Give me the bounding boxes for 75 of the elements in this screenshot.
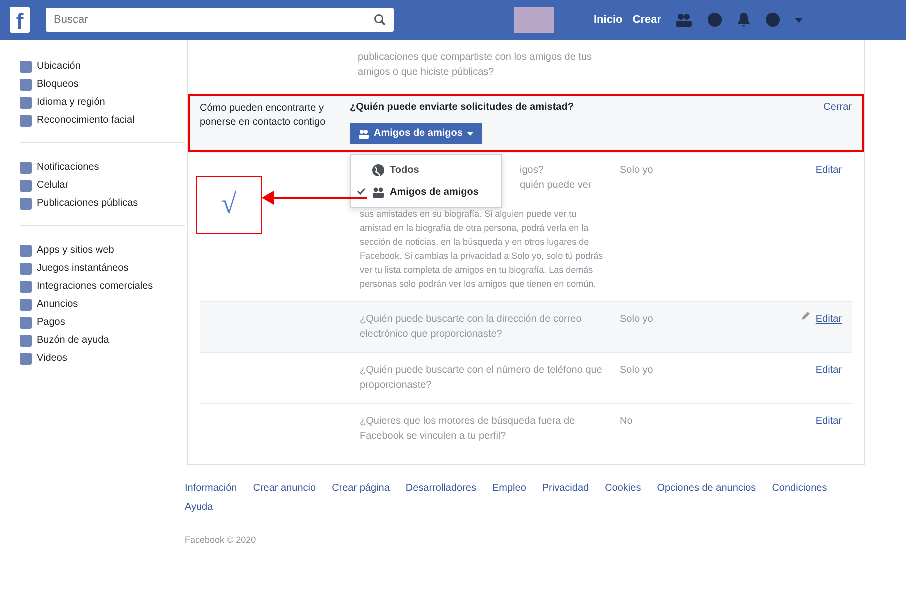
pencil-icon[interactable] bbox=[800, 312, 810, 321]
footer-link[interactable]: Crear anuncio bbox=[253, 483, 316, 494]
nav-link[interactable]: Crear bbox=[632, 14, 662, 26]
setting-value: No bbox=[620, 415, 634, 429]
settings-icon bbox=[20, 97, 32, 109]
edit-link[interactable]: Editar bbox=[816, 163, 842, 178]
setting-question: ¿Quién puede buscarte con la dirección de correo electrónico que proporcionaste? bbox=[360, 313, 583, 342]
edit-link[interactable]: Editar bbox=[816, 414, 842, 429]
nav-link[interactable]: Inicio bbox=[594, 14, 623, 26]
settings-icon bbox=[20, 317, 32, 329]
search-field[interactable]: Buscar bbox=[46, 8, 366, 32]
sidebar-item[interactable]: Bloqueos bbox=[20, 76, 185, 94]
sidebar-item[interactable]: Notificaciones bbox=[20, 159, 185, 177]
settings-icon bbox=[20, 162, 32, 174]
setting-value: Solo yo bbox=[620, 313, 654, 327]
menu-item[interactable]: Amigos de amigos bbox=[351, 182, 501, 203]
footer-link[interactable]: Información bbox=[185, 483, 238, 494]
edit-link[interactable]: Editar bbox=[816, 363, 842, 378]
people-icon bbox=[358, 128, 370, 138]
settings-icon bbox=[20, 79, 32, 91]
footer-link[interactable]: Opciones de anuncios bbox=[657, 483, 756, 494]
people-icon[interactable] bbox=[675, 12, 694, 28]
footer-link[interactable]: Privacidad bbox=[542, 483, 590, 494]
settings-icon bbox=[20, 263, 32, 275]
caret-icon bbox=[466, 132, 474, 136]
sidebar-item[interactable]: Integraciones comerciales bbox=[20, 278, 185, 296]
search-icon[interactable] bbox=[366, 8, 394, 32]
settings-icon bbox=[20, 299, 32, 311]
setting-question: igos? bbox=[520, 164, 545, 178]
settings-icon bbox=[20, 335, 32, 347]
setting-description: sus amistades en su biografía. Si alguien puede ver tu amistad en la biografía de otra persona, podrá verla en la sección de noticias, en la búsqueda y en otros lugares de Facebook. Si cambias la privacidad a Solo yo, solo tú podrás ver tu lista completa de amigos en tu biografía. Las demás personas solo podrán ver los amigos que tienen en común. bbox=[360, 208, 604, 291]
footer-link[interactable]: Ayuda bbox=[185, 502, 214, 513]
menu-item[interactable]: Todos bbox=[351, 159, 501, 182]
footer-link[interactable]: Cookies bbox=[605, 483, 642, 494]
setting-question: ¿Quieres que los motores de búsqueda fuera de Facebook se vinculen a tu perfil? bbox=[360, 415, 576, 444]
footer-link[interactable]: Condiciones bbox=[772, 483, 828, 494]
check-icon bbox=[357, 188, 366, 195]
sidebar-item[interactable]: Publicaciones públicas bbox=[20, 195, 185, 213]
sidebar-item[interactable]: Anuncios bbox=[20, 296, 185, 314]
copyright: Facebook © 2020 bbox=[185, 535, 258, 545]
setting-question: ¿Quién puede buscarte con el número de teléfono que proporcionaste? bbox=[360, 364, 604, 393]
footer-link[interactable]: Crear página bbox=[332, 483, 390, 494]
setting-description: quién puede ver bbox=[520, 179, 593, 193]
logo[interactable]: f bbox=[10, 7, 30, 33]
sidebar-item[interactable]: Ubicación bbox=[20, 58, 185, 76]
footer-link[interactable]: Empleo bbox=[492, 483, 526, 494]
setting-description: publicaciones que compartiste con los amigos de tus amigos o que hiciste públicas? bbox=[358, 51, 594, 80]
settings-icon bbox=[20, 61, 32, 73]
sidebar-item[interactable]: Apps y sitios web bbox=[20, 242, 185, 260]
footer-link[interactable]: Desarrolladores bbox=[406, 483, 476, 494]
bell-icon[interactable] bbox=[737, 12, 752, 28]
settings-icon bbox=[20, 180, 32, 192]
sidebar-item[interactable]: Videos bbox=[20, 350, 185, 368]
setting-value: Solo yo bbox=[620, 164, 654, 178]
sidebar-item[interactable]: Juegos instantáneos bbox=[20, 260, 185, 278]
sidebar-item[interactable]: Celular bbox=[20, 177, 185, 195]
settings-icon bbox=[20, 115, 32, 127]
edit-link[interactable]: Editar bbox=[816, 312, 842, 327]
audience-dropdown[interactable]: Amigos de amigos bbox=[350, 123, 482, 144]
globe-icon bbox=[372, 164, 385, 177]
section-label: Cómo pueden encontrarte y ponerse en contacto contigo bbox=[200, 102, 327, 130]
sidebar-item[interactable]: Pagos bbox=[20, 314, 185, 332]
caret-icon[interactable] bbox=[795, 18, 804, 22]
settings-icon bbox=[20, 353, 32, 365]
close-link[interactable]: Cerrar bbox=[824, 102, 852, 144]
setting-value: Solo yo bbox=[620, 364, 654, 378]
settings-icon bbox=[20, 281, 32, 293]
sidebar-item[interactable]: Buzón de ayuda bbox=[20, 332, 185, 350]
check-mark: √ bbox=[221, 189, 237, 221]
settings-icon bbox=[20, 198, 32, 210]
sidebar-item[interactable]: Reconocimiento facial bbox=[20, 112, 185, 130]
sidebar-item[interactable]: Idioma y región bbox=[20, 94, 185, 112]
setting-question: ¿Quién puede enviarte solicitudes de amistad? bbox=[350, 102, 575, 113]
people-icon bbox=[372, 187, 385, 198]
settings-icon bbox=[20, 245, 32, 257]
